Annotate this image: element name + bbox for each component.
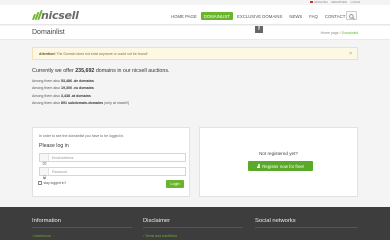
- language-select[interactable]: ENGLISH: [310, 0, 328, 4]
- breadcrumb-home[interactable]: Home page: [321, 31, 339, 35]
- facebook-icon[interactable]: f: [255, 26, 263, 33]
- nav-exclusive-domains[interactable]: EXCLUSIVE DOMAINS: [234, 12, 285, 20]
- login-title: Please log in: [39, 143, 69, 149]
- offer-count: 235,692: [75, 68, 95, 74]
- alert-label: Attention!: [39, 52, 56, 56]
- offer-list: Among them also 53,486 .de domains Among…: [32, 78, 129, 107]
- user-icon: [256, 164, 261, 168]
- list-item: Among them also 3,438 .at domains: [32, 93, 91, 98]
- breadcrumb-current: Domainlist: [341, 31, 358, 35]
- footer-information-title: Information: [32, 218, 61, 224]
- checkbox-icon[interactable]: [38, 181, 42, 185]
- main-nav: HOME PAGE DOMAINLIST EXCLUSIVE DOMAINS N…: [168, 12, 349, 20]
- breadcrumb-separator: /: [339, 31, 341, 35]
- password-field[interactable]: Password: [39, 167, 186, 180]
- site-header: nicsell HOME PAGE DOMAINLIST EXCLUSIVE D…: [0, 5, 390, 25]
- nav-news[interactable]: NEWS: [286, 12, 305, 20]
- list-item: Among them also 891 subdomain-domains (o…: [32, 100, 130, 105]
- footer-disclaimer-title: Disclaimer: [143, 218, 171, 224]
- footer-social-title: Social networks: [255, 218, 296, 224]
- list-item: Among them also 19,300 .eu domains: [32, 86, 94, 91]
- alert-message: Attention! The Domain does not exist any…: [39, 52, 148, 56]
- remember-checkbox[interactable]: stay logged in?: [38, 181, 66, 185]
- search-button[interactable]: [346, 11, 357, 20]
- lock-icon: [40, 168, 49, 180]
- offer-suffix: domains in our nicsell auctions.: [95, 68, 170, 74]
- close-icon[interactable]: ×: [349, 51, 352, 57]
- page-title-bar: Domainlist Home page / Domainlist: [0, 26, 390, 40]
- nav-domainlist[interactable]: DOMAINLIST: [200, 12, 233, 20]
- offer-prefix: Currently we offer: [32, 68, 74, 74]
- nav-faq[interactable]: FAQ: [306, 12, 321, 20]
- login-button[interactable]: Login: [166, 180, 184, 188]
- flag-icon: [310, 1, 314, 4]
- page-title: Domainlist: [32, 29, 65, 36]
- search-icon: [349, 13, 355, 20]
- register-question: Not registered yet?: [259, 151, 298, 156]
- mail-icon: [40, 154, 49, 165]
- offer-heading: Currently we offer 235,692 domains in ou…: [32, 68, 169, 74]
- footer-terms-link[interactable]: › Terms and conditions: [143, 234, 177, 238]
- alert-text: The Domain does not exist anymore or cou…: [56, 52, 148, 56]
- register-button[interactable]: Register now for free!: [248, 161, 313, 171]
- nav-contact[interactable]: CONTACT: [322, 12, 348, 20]
- site-logo[interactable]: nicsell: [31, 8, 79, 22]
- divider: [255, 227, 358, 228]
- nav-home[interactable]: HOME PAGE: [168, 12, 200, 20]
- email-field[interactable]: Email address: [39, 153, 186, 165]
- email-placeholder: Email address: [52, 156, 74, 161]
- site-footer: Information › nicsell.com Disclaimer › T…: [0, 207, 390, 240]
- breadcrumb: Home page / Domainlist: [321, 31, 358, 35]
- register-link[interactable]: REGISTER: [331, 0, 346, 4]
- register-panel: Not registered yet? Register now for fre…: [199, 127, 358, 197]
- utility-links: ENGLISH REGISTER LOGIN: [307, 0, 360, 4]
- footer-nicsell-link[interactable]: › nicsell.com: [32, 234, 51, 238]
- logo-text: nicsell: [41, 8, 79, 22]
- warning-alert: Attention! The Domain does not exist any…: [32, 47, 358, 60]
- remember-label: stay logged in?: [43, 181, 67, 185]
- divider: [32, 227, 132, 228]
- list-item: Among them also 53,486 .de domains: [32, 79, 94, 83]
- logo-mark-icon: [31, 10, 43, 20]
- divider: [143, 227, 243, 228]
- password-placeholder: Password: [52, 170, 67, 175]
- register-button-label: Register now for free!: [262, 163, 305, 169]
- login-note: In order to see the domainlist you have …: [39, 134, 125, 138]
- login-link[interactable]: LOGIN: [351, 0, 360, 4]
